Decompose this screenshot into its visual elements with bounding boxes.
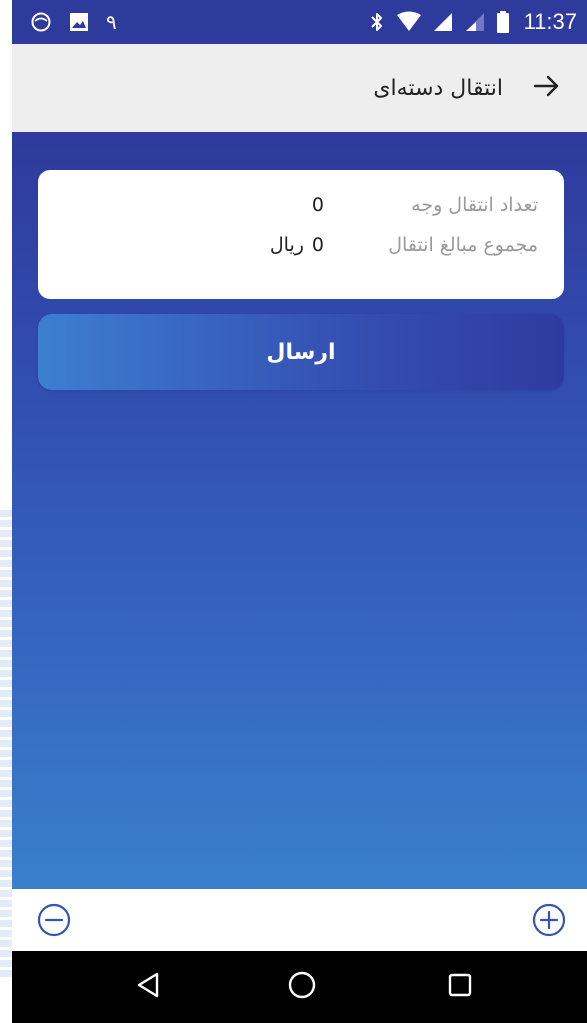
circle-plus-icon xyxy=(531,903,567,942)
recents-square-icon xyxy=(445,970,475,1004)
edge-artifact-strip xyxy=(0,510,12,980)
back-button[interactable] xyxy=(527,68,567,108)
page-title: انتقال دسته‌ای xyxy=(373,75,503,101)
send-button[interactable]: ارسال xyxy=(38,314,564,390)
device-screen: ۹ xyxy=(12,0,587,1023)
main-content: تعداد انتقال وجه 0 مجموع مبالغ انتقال 0 … xyxy=(12,132,587,889)
bluetooth-icon xyxy=(368,10,386,34)
status-bar: ۹ 11:37 xyxy=(12,0,587,44)
transfer-total-label: مجموع مبالغ انتقال xyxy=(388,234,538,256)
signal-weak-icon xyxy=(464,11,486,33)
notification-digit: ۹ xyxy=(106,10,117,34)
circle-minus-icon xyxy=(36,903,72,942)
wifi-icon xyxy=(396,11,422,33)
nav-back-button[interactable] xyxy=(130,969,166,1005)
transfer-count-value-wrap: 0 xyxy=(312,194,324,216)
circle-notification-icon xyxy=(30,11,52,33)
status-right-icons: 11:37 xyxy=(368,0,577,44)
signal-icon xyxy=(432,11,454,33)
status-time: 11:37 xyxy=(523,9,577,34)
status-left-icons: ۹ xyxy=(30,0,117,44)
add-button[interactable] xyxy=(531,902,567,938)
bottom-toolbar xyxy=(12,889,587,951)
nav-recents-button[interactable] xyxy=(442,969,478,1005)
image-icon xyxy=(68,11,90,33)
transfer-count-label: تعداد انتقال وجه xyxy=(411,194,538,216)
transfer-count-value: 0 xyxy=(311,194,324,216)
app-bar: انتقال دسته‌ای xyxy=(12,44,587,132)
system-nav-bar xyxy=(12,951,587,1023)
nav-home-button[interactable] xyxy=(284,969,320,1005)
arrow-right-icon xyxy=(533,74,561,102)
summary-card: تعداد انتقال وجه 0 مجموع مبالغ انتقال 0 … xyxy=(38,170,564,299)
home-circle-icon xyxy=(286,969,318,1005)
transfer-total-row: مجموع مبالغ انتقال 0 ریال xyxy=(38,234,564,270)
transfer-total-value: 0 xyxy=(311,234,324,256)
currency-label: ریال xyxy=(269,234,304,256)
transfer-total-value-wrap: 0 ریال xyxy=(270,234,324,256)
transfer-count-row: تعداد انتقال وجه 0 xyxy=(38,194,564,230)
back-triangle-icon xyxy=(133,970,163,1004)
battery-icon xyxy=(496,10,510,34)
remove-button[interactable] xyxy=(36,902,72,938)
